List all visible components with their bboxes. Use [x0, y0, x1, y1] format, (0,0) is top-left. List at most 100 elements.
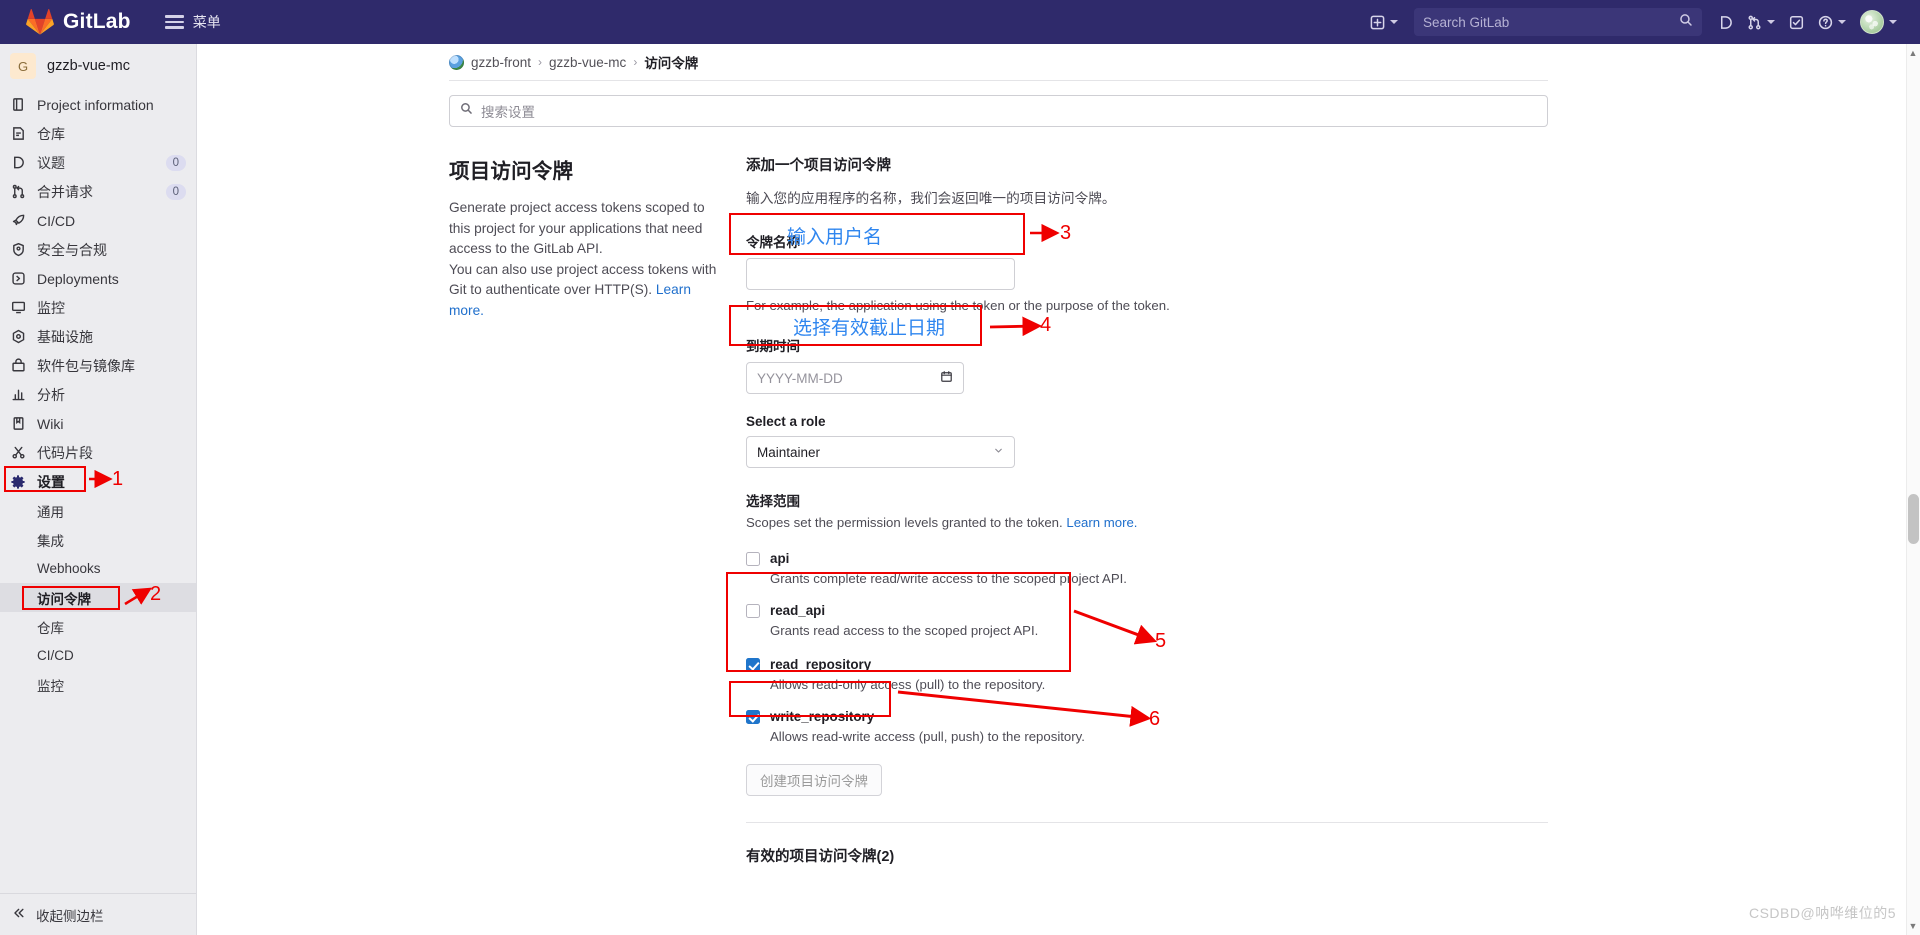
- scopes-label: 选择范围: [746, 494, 800, 509]
- analytics-icon: [10, 387, 26, 403]
- breadcrumb-group[interactable]: gzzb-front: [471, 55, 531, 70]
- expiry-field-group: 到期时间 YYYY-MM-DD: [746, 335, 1548, 394]
- sidebar-item-settings[interactable]: 设置: [0, 467, 196, 496]
- divider: [449, 80, 1548, 81]
- project-name: gzzb-vue-mc: [47, 58, 130, 74]
- merge-request-icon: [10, 184, 26, 200]
- help-button[interactable]: [1811, 6, 1853, 38]
- create-token-button[interactable]: 创建项目访问令牌: [746, 764, 882, 796]
- sidebar-subitem-repository[interactable]: 仓库: [0, 612, 196, 641]
- new-item-button[interactable]: [1363, 6, 1405, 38]
- sidebar-subitem-integrations[interactable]: 集成: [0, 525, 196, 554]
- scrollbar-thumb[interactable]: [1908, 494, 1919, 544]
- breadcrumb: gzzb-front › gzzb-vue-mc › 访问令牌: [449, 52, 698, 72]
- sidebar-item-infrastructure[interactable]: 基础设施: [0, 322, 196, 351]
- chevron-down-icon: [993, 445, 1004, 459]
- sidebar-subitem-label: CI/CD: [37, 648, 74, 663]
- gitlab-logo-icon[interactable]: [12, 8, 54, 36]
- search-input[interactable]: Search GitLab: [1414, 8, 1702, 36]
- calendar-icon[interactable]: [940, 370, 953, 386]
- sidebar-item-wiki[interactable]: Wiki: [0, 409, 196, 438]
- scopes-learn-more-link[interactable]: Learn more.: [1066, 515, 1137, 530]
- sidebar-subitem-monitor[interactable]: 监控: [0, 670, 196, 699]
- sidebar-item-packages[interactable]: 软件包与镜像库: [0, 351, 196, 380]
- todos-button[interactable]: [1782, 6, 1811, 38]
- sidebar-item-badge: 0: [165, 183, 186, 200]
- sidebar-item-label: 仓库: [37, 125, 65, 142]
- role-selected-value: Maintainer: [757, 444, 821, 460]
- breadcrumb-separator: ›: [633, 55, 638, 69]
- snippet-icon: [10, 445, 26, 461]
- package-icon: [10, 358, 26, 374]
- page-title: 项目访问令牌: [449, 160, 574, 183]
- sidebar-item-analytics[interactable]: 分析: [0, 380, 196, 409]
- merge-requests-button[interactable]: [1740, 6, 1782, 38]
- token-name-input[interactable]: [746, 258, 1015, 290]
- scope-description: Allows read-only access (pull) to the re…: [770, 677, 1046, 692]
- scope-item-read-api: read_api Grants read access to the scope…: [746, 602, 1548, 640]
- sidebar-item-deployments[interactable]: Deployments: [0, 264, 196, 293]
- description-paragraph-2: You can also use project access tokens w…: [449, 260, 722, 322]
- active-tokens-title: 有效的项目访问令牌(2): [746, 849, 895, 865]
- role-field-group: Select a role Maintainer: [746, 414, 1548, 468]
- sidebar-item-cicd[interactable]: CI/CD: [0, 206, 196, 235]
- collapse-sidebar-button[interactable]: 收起侧边栏: [0, 893, 196, 935]
- scope-checkbox-write-repository[interactable]: [746, 710, 760, 724]
- token-form-column: 添加一个项目访问令牌 输入您的应用程序的名称，我们会返回唯一的项目访问令牌。 令…: [746, 154, 1548, 866]
- project-sidebar: G gzzb-vue-mc Project information 仓库 议题 …: [0, 44, 197, 935]
- book-icon: [10, 416, 26, 432]
- scope-checkbox-api[interactable]: [746, 552, 760, 566]
- expiry-label: 到期时间: [746, 339, 800, 354]
- scope-item-write-repository: write_repository Allows read-write acces…: [746, 708, 1548, 746]
- sidebar-item-issues[interactable]: 议题 0: [0, 148, 196, 177]
- main-menu-toggle[interactable]: 菜单: [164, 12, 221, 32]
- settings-columns: 项目访问令牌 Generate project access tokens sc…: [449, 154, 1548, 866]
- sidebar-item-project-information[interactable]: Project information: [0, 90, 196, 119]
- scopes-description-text: Scopes set the permission levels granted…: [746, 515, 1067, 530]
- role-select[interactable]: Maintainer: [746, 436, 1015, 468]
- breadcrumb-project[interactable]: gzzb-vue-mc: [549, 55, 626, 70]
- scope-name: api: [770, 551, 790, 566]
- main-menu-label: 菜单: [192, 14, 221, 30]
- sidebar-item-merge-requests[interactable]: 合并请求 0: [0, 177, 196, 206]
- vertical-scrollbar[interactable]: ▲ ▼: [1906, 44, 1920, 935]
- user-menu-button[interactable]: [1853, 6, 1904, 38]
- scroll-up-arrow-icon[interactable]: ▲: [1908, 48, 1918, 58]
- sidebar-item-badge: 0: [165, 154, 186, 171]
- scope-checkbox-read-api[interactable]: [746, 604, 760, 618]
- top-navbar: GitLab 菜单 Search GitLab: [0, 0, 1920, 44]
- chevron-double-left-icon: [12, 906, 26, 923]
- sidebar-subitem-access-tokens[interactable]: 访问令牌: [0, 583, 196, 612]
- issues-button[interactable]: [1711, 6, 1740, 38]
- sidebar-item-snippets[interactable]: 代码片段: [0, 438, 196, 467]
- project-avatar: G: [10, 53, 36, 79]
- main-content: gzzb-front › gzzb-vue-mc › 访问令牌 搜索设置 项目访…: [197, 44, 1920, 935]
- settings-search-input[interactable]: 搜索设置: [449, 95, 1548, 127]
- sidebar-item-label: 分析: [37, 386, 65, 403]
- sidebar-item-security[interactable]: 安全与合规: [0, 235, 196, 264]
- sidebar-subitem-webhooks[interactable]: Webhooks: [0, 554, 196, 583]
- sidebar-subitem-cicd[interactable]: CI/CD: [0, 641, 196, 670]
- sidebar-item-repository[interactable]: 仓库: [0, 119, 196, 148]
- sidebar-subitem-general[interactable]: 通用: [0, 496, 196, 525]
- scope-description: Grants complete read/write access to the…: [770, 571, 1127, 586]
- sidebar-item-label: CI/CD: [37, 212, 76, 229]
- sidebar-item-label: Wiki: [37, 415, 64, 432]
- shield-icon: [10, 242, 26, 258]
- sidebar-item-monitor[interactable]: 监控: [0, 293, 196, 322]
- help-icon: [1818, 15, 1833, 30]
- merge-request-icon: [1747, 15, 1762, 30]
- expiry-date-input[interactable]: YYYY-MM-DD: [746, 362, 964, 394]
- chevron-down-icon: [1767, 20, 1775, 24]
- avatar: [1860, 10, 1884, 34]
- sidebar-project-header[interactable]: G gzzb-vue-mc: [0, 44, 196, 88]
- search-icon: [1679, 13, 1693, 32]
- sidebar-subitem-label: 监控: [37, 678, 64, 694]
- scope-checkbox-read-repository[interactable]: [746, 658, 760, 672]
- sidebar-subitem-label: Webhooks: [37, 561, 101, 576]
- sidebar-item-label: Project information: [37, 96, 154, 113]
- todo-icon: [1789, 15, 1804, 30]
- scroll-down-arrow-icon[interactable]: ▼: [1908, 921, 1918, 931]
- gear-icon: [10, 474, 26, 490]
- sidebar-subitem-label: 仓库: [37, 620, 64, 636]
